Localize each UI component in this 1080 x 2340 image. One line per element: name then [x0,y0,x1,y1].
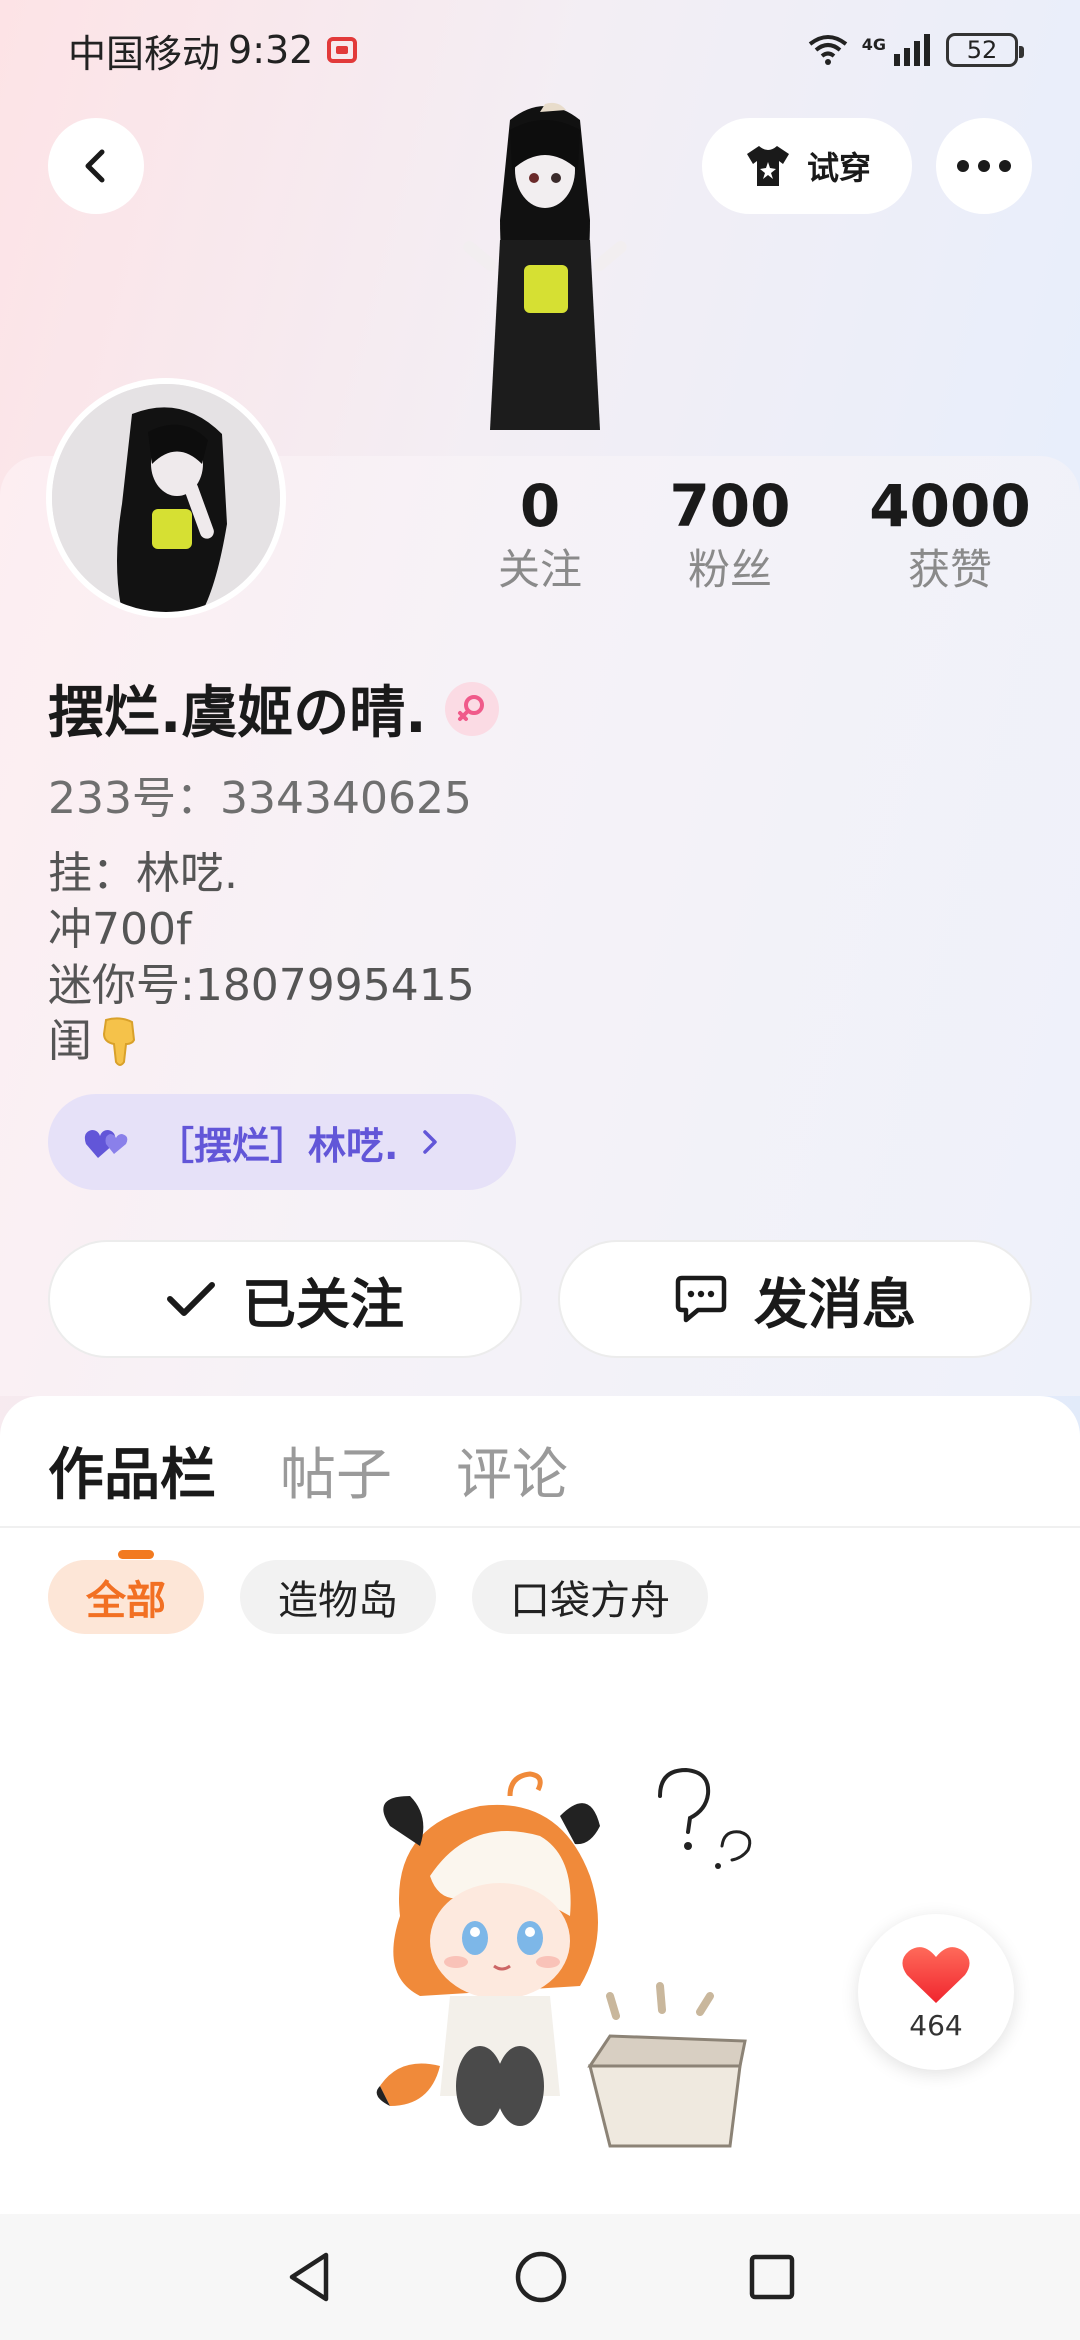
profile-page: 中国移动 9:32 4G 52 试穿 0 关注 700 粉丝 4000 获赞 摆… [0,0,1080,2340]
nav-home-icon[interactable] [514,2250,568,2304]
tab-comments[interactable]: 评论 [456,1430,568,1511]
heart-icon [902,1946,970,2003]
avatar[interactable] [46,378,286,618]
content-tabs: 作品栏 帖子 评论 [48,1430,568,1559]
pointing-down-hand-icon [102,1017,136,1066]
stat-followers[interactable]: 700 粉丝 [650,470,810,598]
clock: 9:32 [228,28,314,72]
wifi-icon [808,35,847,65]
like-button[interactable]: 464 [858,1914,1014,2070]
chip-all[interactable]: 全部 [48,1560,204,1634]
profile-name-row: 摆烂.虞姬の晴. [48,668,499,749]
tab-divider [0,1526,1080,1528]
status-right: 4G 52 [808,33,1024,67]
battery-level: 52 [966,36,998,64]
bio-line: 迷你号:1807995415 [48,960,475,1011]
action-buttons: 已关注 发消息 [48,1240,1032,1358]
stat-likes[interactable]: 4000 获赞 [850,470,1050,598]
screen-record-icon [327,37,358,63]
avatar-portrait [52,384,280,612]
chat-bubble-icon [675,1275,727,1323]
bio-line: 挂：林呓. [48,848,238,899]
more-dots-icon [957,160,1011,172]
status-bar: 中国移动 9:32 4G 52 [0,0,1080,100]
stat-label: 粉丝 [687,545,772,594]
check-icon [167,1282,215,1316]
tshirt-icon [746,146,789,186]
bio-line-last: 闺 [48,1014,475,1070]
stat-value: 4000 [869,472,1031,540]
username: 摆烂.虞姬の晴. [48,681,427,746]
bio-line-text: 闺 [48,1016,92,1067]
nav-recents-icon[interactable] [748,2253,796,2301]
followed-button[interactable]: 已关注 [48,1240,522,1358]
chip-creation-island[interactable]: 造物岛 [240,1560,436,1634]
empty-state-illustration [376,1767,752,2148]
network-type: 4G [861,35,886,54]
try-on-label: 试穿 [806,149,871,187]
chevron-right-icon [423,1130,438,1154]
stat-following[interactable]: 0 关注 [470,470,610,598]
nav-back-icon[interactable] [284,2249,334,2305]
carrier-name: 中国移动 [68,31,221,76]
avatar-3d-figure [463,102,627,430]
send-message-label: 发消息 [754,1272,916,1336]
tab-works[interactable]: 作品栏 [48,1430,216,1559]
battery-indicator: 52 [946,33,1024,67]
stat-label: 获赞 [907,545,992,594]
followed-label: 已关注 [242,1272,404,1336]
like-count: 464 [909,2008,963,2042]
more-button[interactable] [936,118,1032,214]
female-gender-icon [444,681,499,736]
try-on-button[interactable]: 试穿 [702,118,912,214]
stat-value: 0 [519,472,561,540]
system-nav-bar [0,2214,1080,2340]
guild-badge[interactable]: ［摆烂］林呓. [48,1094,516,1190]
profile-stats: 0 关注 700 粉丝 4000 获赞 [470,470,1050,598]
chip-pocket-ark[interactable]: 口袋方舟 [472,1560,708,1634]
content-panel: 作品栏 帖子 评论 全部 造物岛 口袋方舟 464 [0,1396,1080,2340]
status-left: 中国移动 9:32 [68,23,358,78]
stat-label: 关注 [497,545,582,594]
tab-posts[interactable]: 帖子 [280,1430,392,1511]
avatar-image [52,384,280,612]
user-id: 233号：334340625 [48,773,472,824]
bio-line: 冲700f [48,904,192,955]
back-button[interactable] [48,118,144,214]
chevron-left-icon [85,149,105,183]
filter-chips: 全部 造物岛 口袋方舟 [48,1560,708,1634]
double-heart-icon [84,1130,128,1158]
bio: 挂：林呓. 冲700f 迷你号:1807995415 闺 [48,846,475,1070]
guild-name: ［摆烂］林呓. [156,1123,399,1168]
signal-icon [894,34,930,66]
send-message-button[interactable]: 发消息 [558,1240,1032,1358]
stat-value: 700 [669,472,791,540]
